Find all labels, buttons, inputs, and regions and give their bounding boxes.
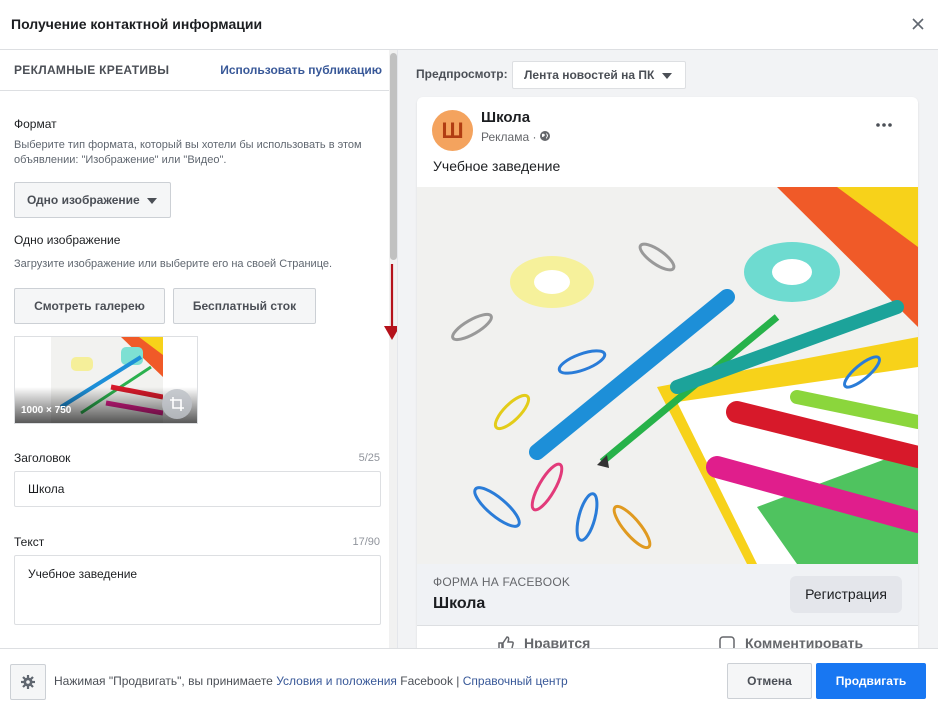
terms-link[interactable]: Условия и положения [276, 674, 397, 688]
terms-text-before: Нажимая "Продвигать", вы принимаете [54, 674, 273, 688]
text-input[interactable]: Учебное заведение [14, 555, 381, 625]
help-center-link[interactable]: Справочный центр [463, 674, 568, 688]
single-image-help: Загрузите изображение или выберите его н… [14, 258, 333, 270]
dialog-title: Получение контактной информации [11, 16, 263, 32]
like-icon [498, 636, 514, 648]
dialog-footer: Нажимая "Продвигать", вы принимаете Усло… [0, 648, 938, 711]
crop-icon [170, 397, 184, 411]
headline-counter: 5/25 [358, 452, 380, 464]
placement-dropdown[interactable]: Лента новостей на ПК [512, 61, 686, 89]
sponsored-label: Реклама · [481, 130, 537, 144]
gear-icon [21, 675, 35, 689]
format-help: Выберите тип формата, который вы хотели … [14, 139, 362, 166]
ad-preview-card: Ш Школа Реклама · Учебное заведение ФОРМ… [417, 97, 918, 648]
comment-icon [719, 636, 735, 648]
register-button[interactable]: Регистрация [790, 576, 902, 613]
creative-section-header: РЕКЛАМНЫЕ КРЕАТИВЫ Использовать публикац… [0, 50, 390, 91]
view-gallery-button[interactable]: Смотреть галерею [14, 288, 165, 324]
like-action[interactable]: Нравится [498, 635, 591, 648]
preview-label: Предпросмотр: [416, 67, 508, 81]
single-image-label: Одно изображение [14, 233, 121, 247]
like-label: Нравится [524, 635, 591, 648]
use-existing-post-link[interactable]: Использовать публикацию [220, 63, 382, 77]
text-label: Текст [14, 535, 45, 549]
dialog-header: Получение контактной информации [0, 0, 938, 50]
headline-input[interactable]: Школа [14, 471, 381, 507]
settings-button[interactable] [10, 664, 46, 700]
post-text: Учебное заведение [433, 158, 561, 174]
creative-editor-panel: РЕКЛАМНЫЕ КРЕАТИВЫ Использовать публикац… [0, 50, 398, 648]
placement-selected: Лента новостей на ПК [524, 68, 655, 82]
page-name: Школа [481, 109, 531, 126]
terms-text-after: Facebook | [400, 674, 460, 688]
image-thumbnail[interactable]: 1000 × 750 [14, 336, 198, 424]
annotation-arrow-icon [384, 264, 397, 340]
crop-button[interactable] [162, 389, 192, 419]
free-stock-button[interactable]: Бесплатный сток [173, 288, 316, 324]
caret-down-icon [147, 198, 157, 204]
close-button[interactable] [908, 14, 928, 34]
post-actions: Нравится Комментировать [417, 627, 918, 648]
format-dropdown[interactable]: Одно изображение [14, 182, 171, 218]
comment-label: Комментировать [745, 635, 864, 648]
caret-down-icon [662, 73, 672, 79]
format-label: Формат [14, 117, 57, 131]
cta-headline: Школа [433, 595, 486, 612]
format-selected: Одно изображение [27, 193, 140, 207]
ad-image [417, 187, 918, 564]
close-icon [912, 18, 924, 30]
section-title: РЕКЛАМНЫЕ КРЕАТИВЫ [14, 63, 170, 77]
more-options-icon[interactable] [874, 118, 894, 132]
scrollbar-thumb[interactable] [390, 53, 397, 260]
cancel-button[interactable]: Отмена [727, 663, 812, 699]
page-avatar: Ш [432, 110, 473, 151]
globe-icon [540, 131, 550, 141]
left-scrollbar[interactable] [389, 50, 397, 648]
text-counter: 17/90 [352, 536, 380, 548]
cta-caption: ФОРМА НА FACEBOOK [433, 575, 571, 589]
cta-bar: ФОРМА НА FACEBOOK Школа Регистрация [417, 564, 918, 626]
preview-panel: Предпросмотр: Лента новостей на ПК Ш Шко… [398, 50, 938, 648]
comment-action[interactable]: Комментировать [719, 635, 864, 648]
terms-notice: Нажимая "Продвигать", вы принимаете Усло… [54, 674, 568, 688]
headline-label: Заголовок [14, 451, 71, 465]
thumbnail-dimensions: 1000 × 750 [21, 405, 72, 416]
promote-button[interactable]: Продвигать [816, 663, 926, 699]
